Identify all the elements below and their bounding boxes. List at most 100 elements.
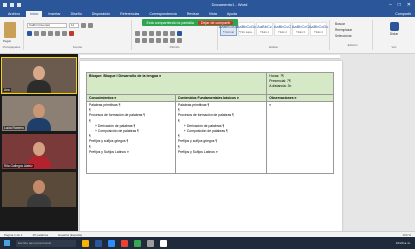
style-sample: AaBbCc [257,24,272,29]
zoom-level[interactable]: 100 % [402,233,411,237]
page-count[interactable]: Página 1 de 1 [4,233,23,237]
select-button[interactable]: Seleccionar [335,34,370,38]
font-group: Calibri (Cuerpo) 11 Fuente [24,20,132,50]
header-contenidos[interactable]: Contenidos Fundamentales básicos ¤ [174,94,268,102]
document-page[interactable]: Bloque: Bloque I Desarrollo de la lengua… [80,61,342,237]
superscript-icon[interactable] [62,30,67,36]
font-name-select[interactable]: Calibri (Cuerpo) [27,22,67,28]
italic-icon[interactable] [34,30,39,36]
screenshot: Documento1 - Word – □ ✕ Archivo Inicio Ins… [0,0,415,249]
participant-video-tile[interactable] [2,172,76,207]
sort-icon[interactable] [170,30,175,36]
find-button[interactable]: Buscar [335,22,370,26]
align-left-icon[interactable] [135,37,140,43]
style-item[interactable]: AaBbCc Título 1 [256,22,273,36]
taskbar-app-icon[interactable] [134,239,141,247]
microphone-icon[interactable] [389,22,399,31]
align-center-icon[interactable] [142,37,147,43]
style-item[interactable]: AaBbCcDc Título 4 [308,22,329,36]
taskbar-app-icon[interactable] [95,239,102,247]
stop-share-button[interactable]: Dejar de compartir [197,20,234,25]
numbering-icon[interactable] [142,30,147,36]
group-label: Fuente [72,45,83,49]
taskbar-clock: 10:24 a. m. [395,241,411,245]
subscript-icon[interactable] [55,30,60,36]
undo-icon[interactable] [10,2,14,7]
taskbar-search[interactable]: Escribe aquí para buscar [16,239,76,247]
replace-button[interactable]: Reemplazar [335,28,370,32]
group-label: Párrafo [169,45,180,49]
share-status-text: Está compartiendo la pantalla [146,20,194,25]
bullets-icon[interactable] [135,30,140,36]
cell-end-mark: ¤ [269,103,272,107]
decrease-indent-icon[interactable] [156,30,161,36]
participant-face [33,142,45,156]
bold-icon[interactable] [27,30,32,36]
style-sample: AaBbCcC [273,24,292,29]
font-size-select[interactable]: 11 [69,22,79,28]
header-observaciones[interactable]: Observaciones ¤ [266,94,334,102]
font-color-icon[interactable] [69,30,74,36]
header-conocimientos[interactable]: Conocimientos ¤ [86,94,176,102]
minimize-button[interactable]: – [389,2,392,8]
line-spacing-icon[interactable] [163,37,168,43]
conocimientos-cell[interactable]: Palabras primitivas ¶ ¶ Procesos de formac… [86,101,176,174]
bloque-cell[interactable]: Bloque: Bloque I Desarrollo de la lengua… [85,72,268,95]
borders-icon[interactable] [177,37,182,43]
document-title: Documento1 - Word [211,2,248,7]
style-name: Título 1 [260,31,269,34]
participant-video-tile[interactable]: Ana [1,57,77,94]
underline-icon[interactable] [41,30,46,36]
shading-icon[interactable] [170,37,175,43]
multilevel-list-icon[interactable] [149,30,154,36]
paste-icon[interactable] [4,22,16,38]
group-label: Voz [391,45,397,49]
style-sample: AaBbCcDc [236,24,257,29]
grow-font-icon[interactable] [81,22,86,28]
close-button[interactable]: ✕ [407,2,411,8]
style-item[interactable]: AaBbCcDc ¶ Sin espa... [236,22,257,36]
style-item[interactable]: AaBbCcC Título 2 [274,22,291,36]
observaciones-cell[interactable]: ¤ [266,101,334,174]
group-label: Portapapeles [2,45,21,49]
horas-cell[interactable]: Horas: 7¶ Presencial: 7¶ A distancia: 3¤ [266,72,334,95]
participant-face [33,104,45,118]
taskbar-app-icon[interactable] [82,239,89,247]
participant-name: Rita Gallegos Alatriz [3,164,34,168]
window-controls: – □ ✕ [389,2,415,8]
shrink-font-icon[interactable] [88,22,93,28]
paste-label: Pegar [3,39,12,43]
dictate-button[interactable]: Dictar [375,32,413,36]
word-count[interactable]: 45 palabras [33,233,49,237]
distancia-line: A distancia: 3¤ [269,84,292,89]
participant-body [27,118,51,131]
participant-video-tile[interactable]: Lucia Romero [2,96,76,131]
strikethrough-icon[interactable] [48,30,53,36]
taskbar-app-icon[interactable] [160,239,167,247]
group-label: Estilos [269,45,278,49]
curriculum-table[interactable]: Bloque: Bloque I Desarrollo de la lengua… [85,72,334,174]
group-label: Edición [347,43,358,47]
style-sample: AaBbCcDc [308,24,329,29]
windows-start-icon[interactable] [4,240,10,246]
participant-video-tile[interactable]: Rita Gallegos Alatriz [2,134,76,169]
taskbar-app-icon[interactable] [121,239,128,247]
justify-icon[interactable] [156,37,161,43]
style-name: ¶ Normal [223,31,234,34]
style-name: Título 3 [296,31,305,34]
show-marks-icon[interactable] [177,30,182,36]
language-indicator[interactable]: Español (España) [58,233,82,237]
align-right-icon[interactable] [149,37,154,43]
table-line: Prefijos y Sufijos Latinos ¤ [177,149,218,154]
redo-icon[interactable] [17,2,21,7]
taskbar-app-icon[interactable] [147,239,154,247]
taskbar-app-icon[interactable] [108,239,115,247]
ruler[interactable] [80,55,340,59]
style-item[interactable]: AaBbCcC Título 3 [292,22,309,36]
increase-indent-icon[interactable] [163,30,168,36]
quick-access-toolbar[interactable] [0,2,70,7]
contenidos-cell[interactable]: Palabras primitivas ¶ ¶ Procesos de formac… [174,101,268,174]
style-name: Título 4 [314,31,323,34]
maximize-button[interactable]: □ [398,2,401,8]
save-icon[interactable] [3,2,7,7]
